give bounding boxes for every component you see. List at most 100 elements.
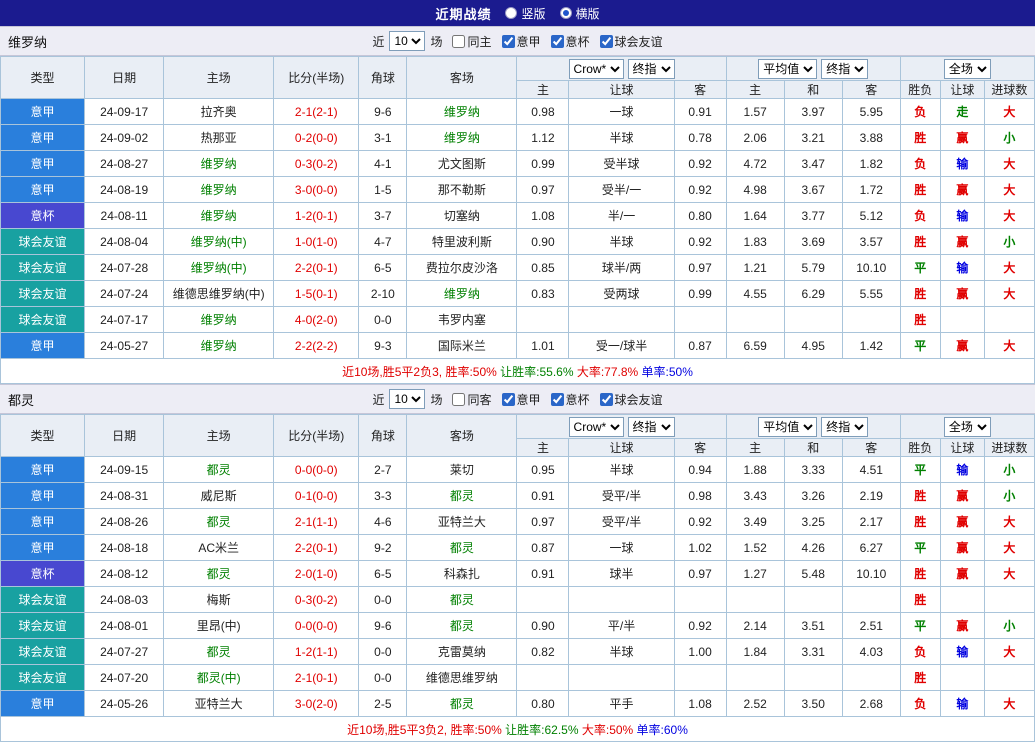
- column-header-2: 主场: [163, 414, 275, 457]
- odds-cell: 0.94: [673, 456, 727, 483]
- home-team: 维罗纳: [163, 176, 275, 203]
- same-venue-filter[interactable]: 同客: [445, 391, 492, 408]
- final-odds-select[interactable]: 终指: [627, 416, 675, 437]
- odds-cell: 0.80: [673, 202, 727, 229]
- away-team: 都灵: [406, 586, 518, 613]
- odds-cell: 2.19: [841, 482, 901, 509]
- odds-cell: 4.51: [841, 456, 901, 483]
- away-team: 费拉尔皮沙洛: [406, 254, 518, 281]
- same-venue-filter[interactable]: 同主: [445, 33, 492, 50]
- layout-radio-vertical[interactable]: 竖版: [505, 5, 546, 22]
- odds-cell: 5.12: [841, 202, 901, 229]
- odds-group-header: 全场: [899, 414, 1035, 439]
- odds-cell: 球半: [568, 560, 675, 587]
- result-cell: 大: [983, 560, 1035, 587]
- sub-column-header: 客: [841, 438, 901, 457]
- score-cell: 3-0(2-0): [273, 690, 360, 717]
- torino-summary: 近10场,胜5平3负2, 胜率:50% 让胜率:62.5% 大率:50% 单率:…: [0, 717, 1035, 742]
- result-cell: 负: [899, 202, 941, 229]
- odds-group-header: Crow* 终指: [516, 414, 727, 439]
- match-date: 24-07-28: [84, 254, 165, 281]
- bookmaker-select[interactable]: Crow*: [568, 416, 624, 437]
- home-team: 维罗纳(中): [163, 254, 275, 281]
- final-odds-select[interactable]: 终指: [821, 416, 869, 437]
- sub-column-header: 进球数: [983, 438, 1035, 457]
- corners-cell: 2-7: [358, 456, 408, 483]
- odds-cell: 1.21: [725, 254, 785, 281]
- away-team: 维罗纳: [406, 98, 518, 125]
- same-venue-label: 同主: [467, 34, 492, 49]
- result-cell: 平: [899, 612, 941, 639]
- corners-cell: 3-1: [358, 124, 408, 151]
- result-cell: 小: [983, 228, 1035, 255]
- home-team: 都灵(中): [163, 664, 275, 691]
- sub-column-header: 让球: [568, 80, 675, 99]
- odds-cell: 3.69: [783, 228, 843, 255]
- league-filter-coppa[interactable]: 意杯: [544, 391, 590, 408]
- score-cell: 2-1(2-1): [273, 98, 360, 125]
- odds-cell: 1.27: [725, 560, 785, 587]
- final-odds-select[interactable]: 终指: [821, 58, 869, 79]
- odds-cell: 1.12: [516, 124, 570, 151]
- final-odds-select[interactable]: 终指: [627, 58, 675, 79]
- odds-cell: 受半/一: [568, 176, 675, 203]
- column-header-0: 类型: [0, 56, 86, 99]
- average-odds-select[interactable]: 平均值: [758, 58, 818, 79]
- result-cell: 负: [899, 150, 941, 177]
- serie-a-checkbox[interactable]: [501, 34, 515, 48]
- home-team: 都灵: [163, 508, 275, 535]
- bookmaker-select[interactable]: Crow*: [568, 58, 624, 79]
- layout-radio-horizontal[interactable]: 横版: [559, 5, 600, 22]
- filters-bar: 近 10 场 同主 意甲 意杯 球会友谊: [372, 31, 663, 51]
- coppa-checkbox[interactable]: [550, 34, 564, 48]
- coppa-checkbox[interactable]: [550, 392, 564, 406]
- league-filter-serie-a[interactable]: 意甲: [495, 391, 541, 408]
- league-filter-friendly[interactable]: 球会友谊: [593, 33, 663, 50]
- odds-cell: 3.51: [783, 612, 843, 639]
- competition-badge: 意甲: [0, 98, 86, 125]
- fulltime-scope-select[interactable]: 全场: [943, 58, 991, 79]
- sub-column-header: 和: [783, 80, 843, 99]
- result-cell: 胜: [899, 560, 941, 587]
- odds-cell: 半球: [568, 456, 675, 483]
- same-venue-checkbox[interactable]: [452, 34, 466, 48]
- sub-column-header: 主: [516, 80, 570, 99]
- result-cell: 胜: [899, 280, 941, 307]
- same-venue-checkbox[interactable]: [452, 392, 466, 406]
- league-filter-serie-a[interactable]: 意甲: [495, 33, 541, 50]
- odds-cell: 平手: [568, 690, 675, 717]
- match-row: 球会友谊 24-07-24 维德思维罗纳(中) 1-5(0-1) 2-10 维罗纳 0.83…: [0, 280, 1035, 307]
- odds-cell: 4.98: [725, 176, 785, 203]
- serie-a-checkbox[interactable]: [501, 392, 515, 406]
- odds-cell: 0.92: [673, 228, 727, 255]
- friendly-label: 球会友谊: [614, 392, 663, 407]
- match-count-select[interactable]: 10: [389, 31, 426, 51]
- score-cell: 1-2(1-1): [273, 638, 360, 665]
- match-row: 球会友谊 24-07-28 维罗纳(中) 2-2(0-1) 6-5 费拉尔皮沙洛 0.85 球…: [0, 254, 1035, 281]
- odds-cell: 0.97: [516, 508, 570, 535]
- result-cell: 胜: [899, 664, 941, 691]
- result-cell: 大: [983, 176, 1035, 203]
- odds-cell: 5.48: [783, 560, 843, 587]
- corners-cell: 2-10: [358, 280, 408, 307]
- verona-section: 维罗纳 近 10 场 同主 意甲 意杯 球会友谊 类型 日期 主场 比分(半场)…: [0, 26, 1035, 384]
- odds-cell: [516, 586, 570, 613]
- average-odds-select[interactable]: 平均值: [758, 416, 818, 437]
- fulltime-scope-select[interactable]: 全场: [943, 416, 991, 437]
- home-team: 维罗纳: [163, 306, 275, 333]
- result-cell: 胜: [899, 228, 941, 255]
- odds-cell: 1.82: [841, 150, 901, 177]
- odds-cell: 0.97: [673, 254, 727, 281]
- competition-badge: 球会友谊: [0, 638, 86, 665]
- match-date: 24-07-20: [84, 664, 165, 691]
- friendly-checkbox[interactable]: [599, 34, 613, 48]
- match-count-select[interactable]: 10: [389, 389, 426, 409]
- odds-cell: 半球: [568, 638, 675, 665]
- away-team: 都灵: [406, 690, 518, 717]
- score-cell: 2-1(0-1): [273, 664, 360, 691]
- friendly-checkbox[interactable]: [599, 392, 613, 406]
- league-filter-friendly[interactable]: 球会友谊: [593, 391, 663, 408]
- league-filter-coppa[interactable]: 意杯: [544, 33, 590, 50]
- score-cell: 0-3(0-2): [273, 150, 360, 177]
- corners-cell: 9-6: [358, 612, 408, 639]
